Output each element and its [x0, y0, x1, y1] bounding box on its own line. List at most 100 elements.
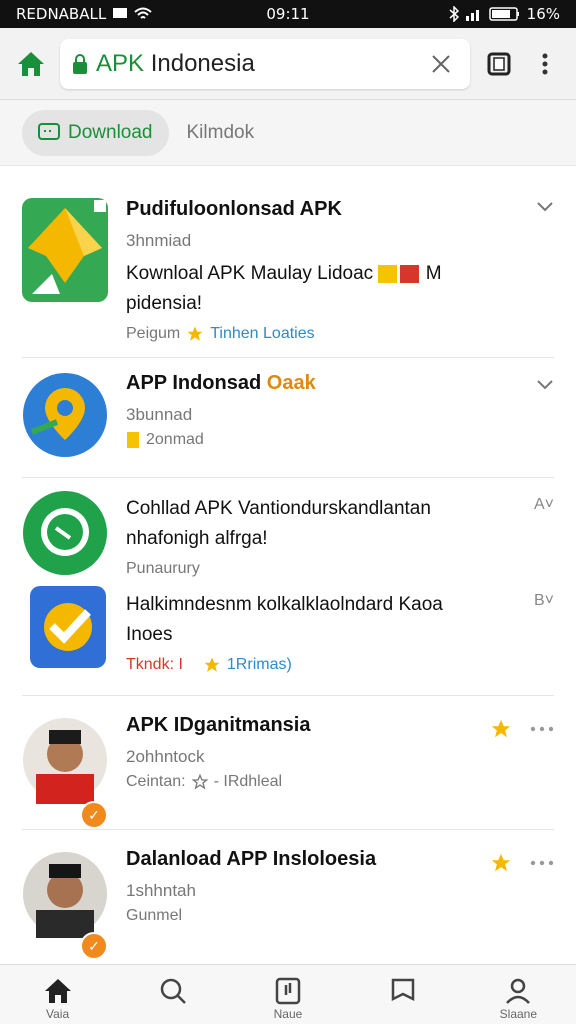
bluetooth-icon: [449, 6, 459, 22]
battery-icon: [488, 7, 519, 21]
expand-button[interactable]: [536, 200, 554, 218]
star-outline-icon: [191, 774, 208, 790]
nav-search[interactable]: [133, 977, 213, 1005]
map-app-icon: [22, 198, 108, 302]
home-icon: [44, 979, 71, 1003]
nav-home[interactable]: Vaia: [18, 977, 98, 1021]
title-text: APP Indonsad: [126, 372, 267, 394]
item-action[interactable]: A˅: [534, 496, 554, 514]
tabs-button[interactable]: [482, 47, 516, 81]
meta-text: Peigum: [126, 325, 181, 342]
badge-icon: ✓: [80, 801, 108, 829]
star-icon[interactable]: [490, 852, 512, 874]
bookmark-icon: [391, 978, 415, 1002]
download-chip[interactable]: Download: [22, 109, 169, 156]
browser-toolbar: APK Indonesia: [0, 28, 576, 100]
url-field[interactable]: APK Indonesia: [60, 38, 470, 89]
app-meta: Peigum Tinhen Loaties: [126, 325, 554, 343]
list-item[interactable]: ✓ APK IDganitmansia 2ohhntock Ceintan: -…: [22, 696, 554, 830]
app-description: Cohllad APK Vantiondurskandlantan nhafon…: [126, 494, 554, 554]
nav-saved[interactable]: [363, 977, 443, 1005]
second-chip[interactable]: Kilmdok: [187, 122, 255, 144]
item-actions: [490, 852, 554, 874]
app-subtitle: 1shhntah: [126, 881, 196, 900]
badge-icons: [378, 264, 420, 284]
star-icon: [187, 326, 203, 341]
description-tail: M: [425, 263, 442, 284]
app-title: APP Indonsad Oaak: [126, 372, 554, 395]
badge-icon: ✓: [80, 932, 108, 960]
nav-home-label: Vaia: [46, 1007, 70, 1021]
list-item[interactable]: Halkimndesnm kolkalklaolndard Kaoa Inoes…: [22, 576, 554, 696]
wifi-icon: [134, 7, 152, 19]
item-action[interactable]: B˅: [534, 592, 554, 610]
bottom-nav: Vaia Naue Slaane: [0, 964, 576, 1024]
person-icon: [506, 978, 531, 1004]
search-icon: [160, 978, 186, 1004]
description-line2: Inoes: [126, 624, 173, 645]
item-actions: [490, 718, 554, 740]
star-icon: [204, 657, 220, 672]
status-bar: REDNABALL 09:11 16%: [0, 0, 576, 28]
url-rest: Indonesia: [144, 49, 255, 77]
description-line2: pidensia!: [126, 293, 203, 314]
menu-button[interactable]: [528, 47, 562, 81]
star-icon[interactable]: [490, 718, 512, 740]
file-icon: [127, 432, 139, 448]
url-text: APK Indonesia: [96, 50, 416, 78]
meta-red: Tkndk: I: [126, 656, 183, 673]
nav-profile[interactable]: Slaane: [478, 977, 558, 1021]
action-label: B: [533, 592, 545, 609]
app-title: Pudifuloonlonsad APK: [126, 198, 342, 220]
person-avatar-icon: [23, 852, 107, 938]
expand-button[interactable]: [536, 378, 554, 396]
more-vert-icon: [542, 53, 548, 74]
description-text: Cohllad APK Vantiondurskandlantan: [126, 498, 431, 519]
more-horiz-icon[interactable]: [530, 860, 554, 866]
app-icon: [22, 372, 108, 477]
title-accent: Oaak: [266, 372, 316, 394]
battery-label: 16%: [526, 5, 560, 23]
list-item[interactable]: APP Indonsad Oaak 3bunnad 2onmad: [22, 358, 554, 478]
app-meta: Tkndk: I 1Rrimas): [126, 656, 554, 674]
app-description: Halkimndesnm kolkalklaolndard Kaoa Inoes: [126, 590, 554, 650]
book-icon: [275, 977, 301, 1005]
description-line2: nhafonigh alfrga!: [126, 528, 268, 549]
home-button[interactable]: [14, 47, 48, 81]
description-text: Kownloal APK Maulay Lidoac: [126, 263, 374, 284]
app-meta: 2onmad: [126, 431, 554, 449]
chevron-down-icon: [537, 202, 553, 212]
app-meta: Gunmel: [126, 907, 183, 924]
maps-icon: [23, 373, 107, 457]
app-subtitle: 3bunnad: [126, 405, 193, 424]
carrier-label: REDNABALL: [16, 5, 107, 23]
meta-tail: - IRdhleal: [213, 773, 283, 790]
chat-icon: [38, 122, 60, 140]
tabs-icon: [487, 52, 511, 75]
nav-middle[interactable]: Naue: [248, 977, 328, 1021]
app-description: Kownloal APK Maulay Lidoac M pidensia!: [126, 259, 554, 319]
person-avatar-icon: [23, 718, 107, 804]
list-item[interactable]: Pudifuloonlonsad APK 3hnmiad Kownloal AP…: [22, 166, 554, 358]
more-horiz-icon[interactable]: [530, 726, 554, 732]
filter-chips: Download Kilmdok: [0, 100, 576, 166]
meta-link[interactable]: 1Rrimas): [227, 656, 292, 674]
action-label: A: [533, 496, 545, 513]
avatar: ✓: [22, 848, 108, 960]
nav-middle-label: Naue: [273, 1007, 303, 1021]
app-icon: [22, 198, 108, 357]
list-item[interactable]: ✓ Dalanload APP Insloloesia 1shhntah Gun…: [22, 830, 554, 960]
avatar: ✓: [22, 714, 108, 829]
check-app-icon: [30, 586, 106, 668]
app-subtitle: 3hnmiad: [126, 231, 192, 250]
close-icon: [432, 54, 450, 73]
nav-profile-label: Slaane: [499, 1007, 538, 1021]
app-icon: [22, 490, 108, 576]
chat-app-icon: [23, 491, 107, 575]
lock-icon: [73, 53, 87, 74]
clear-button[interactable]: [424, 47, 458, 81]
chevron-down-icon: [537, 380, 553, 390]
meta-link[interactable]: Tinhen Loaties: [210, 325, 314, 343]
list-item[interactable]: Cohllad APK Vantiondurskandlantan nhafon…: [22, 478, 554, 577]
message-icon: [113, 8, 128, 18]
